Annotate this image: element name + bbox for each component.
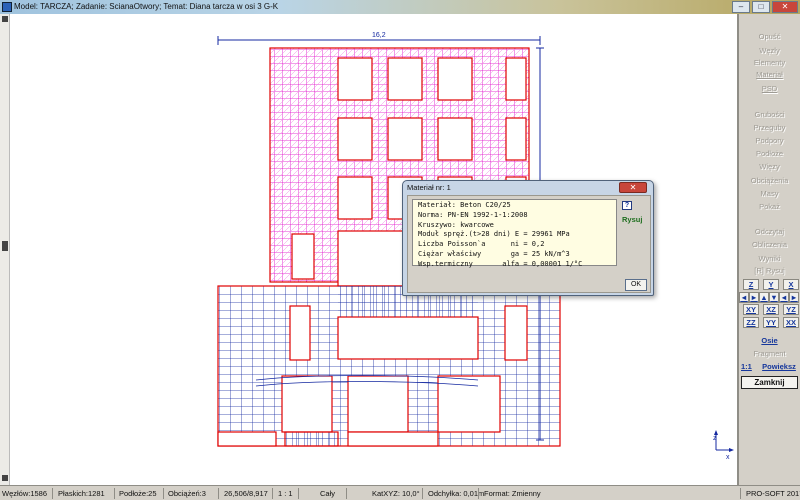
ok-button[interactable]: OK xyxy=(625,279,647,291)
view-z-button[interactable]: Z xyxy=(743,279,759,290)
view-y-button[interactable]: Y xyxy=(763,279,779,290)
osie-button[interactable]: Osie xyxy=(739,336,800,345)
view-yz-button[interactable]: YZ xyxy=(783,304,799,315)
status-view: Cały xyxy=(320,489,336,498)
material-line: Liczba Poisson`a ni = 0,2 xyxy=(418,240,545,249)
help-button[interactable]: ? xyxy=(622,201,632,210)
rotate-right-button[interactable]: ► xyxy=(749,292,759,303)
menu-obliczenia[interactable]: Obliczenia xyxy=(739,240,800,249)
window-title: Model: TARCZA; Zadanie: ScianaOtwory; Te… xyxy=(14,2,279,11)
view-yy-button[interactable]: YY xyxy=(763,317,779,328)
status-bar: Węzłów:1586 Płaskich:1281 Podłoże:25 Obc… xyxy=(0,485,800,500)
maximize-button[interactable]: □ xyxy=(752,1,770,13)
view-x-button[interactable]: X xyxy=(783,279,799,290)
dialog-body: Materiał: Beton C20/25 Norma: PN-EN 1992… xyxy=(407,195,651,293)
dimension-label: 16,2 xyxy=(372,32,386,39)
fragment-button[interactable]: Fragment xyxy=(739,349,800,358)
status-loads: Obciążeń:3 xyxy=(168,489,206,498)
window-controls: – □ ✕ xyxy=(732,1,798,13)
material-dialog: Materiał nr: 1 ✕ Materiał: Beton C20/25 … xyxy=(402,180,654,296)
zamknij-button[interactable]: Zamknij xyxy=(741,376,798,389)
status-subgrade: Podłoże:25 xyxy=(119,489,157,498)
pan-right-button[interactable]: ► xyxy=(789,292,799,303)
rotate-left-button[interactable]: ◄ xyxy=(739,292,749,303)
axis-label-x: x xyxy=(726,454,730,461)
material-line: Materiał: Beton C20/25 xyxy=(418,201,511,209)
menu-material[interactable]: Materiał xyxy=(739,70,800,79)
title-bar: Model: TARCZA; Zadanie: ScianaOtwory; Te… xyxy=(0,0,800,14)
vertical-scrollbar[interactable] xyxy=(0,14,10,485)
scroll-up-arrow-icon[interactable] xyxy=(2,16,8,22)
menu-masy[interactable]: Masy xyxy=(739,189,800,198)
material-info-box: Materiał: Beton C20/25 Norma: PN-EN 1992… xyxy=(412,199,617,268)
close-button[interactable]: ✕ xyxy=(772,1,798,13)
menu-elementy[interactable]: Elementy xyxy=(739,58,800,67)
dialog-close-button[interactable]: ✕ xyxy=(619,182,647,193)
status-product: PRO-SOFT 2017 xyxy=(746,489,800,498)
menu-obciazenia[interactable]: Obciążenia xyxy=(739,176,800,185)
menu-opusc[interactable]: Opuść xyxy=(739,32,800,41)
scroll-down-arrow-icon[interactable] xyxy=(2,475,8,481)
view-xy-button[interactable]: XY xyxy=(743,304,759,315)
menu-rysuj[interactable]: [R] Rysuj xyxy=(739,266,800,275)
status-plane-elements: Płaskich:1281 xyxy=(58,489,105,498)
status-scale: 1 : 1 xyxy=(278,489,293,498)
menu-pokaz[interactable]: Pokaż xyxy=(739,202,800,211)
material-line: Ciężar właściwy ga = 25 kN/m^3 xyxy=(418,249,570,258)
menu-podpory[interactable]: Podpory xyxy=(739,136,800,145)
axis-label-z: z xyxy=(713,435,717,442)
menu-podloze[interactable]: Podłoże xyxy=(739,149,800,158)
view-xx-button[interactable]: XX xyxy=(783,317,799,328)
view-xz-button[interactable]: XZ xyxy=(763,304,779,315)
rotate-down-button[interactable]: ▼ xyxy=(769,292,779,303)
powieksz-button[interactable]: Powiększ xyxy=(759,362,799,371)
menu-wyniki[interactable]: Wyniki xyxy=(739,254,800,263)
status-format: Format: Zmienny xyxy=(484,489,541,498)
command-panel: Opuść Węzły Elementy Materiał PSD Gruboś… xyxy=(737,14,800,485)
status-tolerance: Odchyłka: 0,01m xyxy=(428,489,485,498)
material-line: Norma: PN-EN 1992-1-1:2008 xyxy=(418,210,528,219)
rysuj-button[interactable]: Rysuj xyxy=(622,215,642,224)
minimize-button[interactable]: – xyxy=(732,1,750,13)
scale-1-1-button[interactable]: 1:1 xyxy=(741,362,755,371)
menu-wiezy[interactable]: Więzy xyxy=(739,162,800,171)
status-nodes: Węzłów:1586 xyxy=(2,489,48,498)
view-zz-button[interactable]: ZZ xyxy=(743,317,759,328)
menu-wezly[interactable]: Węzły xyxy=(739,46,800,55)
rotate-up-button[interactable]: ▲ xyxy=(759,292,769,303)
material-line: Kruszywo: kwarcowe xyxy=(418,220,494,229)
status-angle: KatXYZ: 10,0° xyxy=(372,489,420,498)
pan-left-button[interactable]: ◄ xyxy=(779,292,789,303)
menu-odczytaj[interactable]: Odczytaj xyxy=(739,227,800,236)
axis-indicator xyxy=(714,430,734,452)
dialog-title: Materiał nr: 1 xyxy=(407,183,451,192)
menu-grubosci[interactable]: Grubości xyxy=(739,110,800,119)
menu-psd[interactable]: PSD xyxy=(739,84,800,93)
scroll-thumb[interactable] xyxy=(2,241,8,251)
material-line: Wsp.termiczny alfa = 0,00001 1/°C xyxy=(418,259,583,268)
status-coordinates: 26,506/8,917 xyxy=(224,489,268,498)
app-icon xyxy=(2,2,12,12)
material-line: Moduł spręż.(t>28 dni) E = 29961 MPa xyxy=(418,230,570,239)
menu-przeguby[interactable]: Przeguby xyxy=(739,123,800,132)
